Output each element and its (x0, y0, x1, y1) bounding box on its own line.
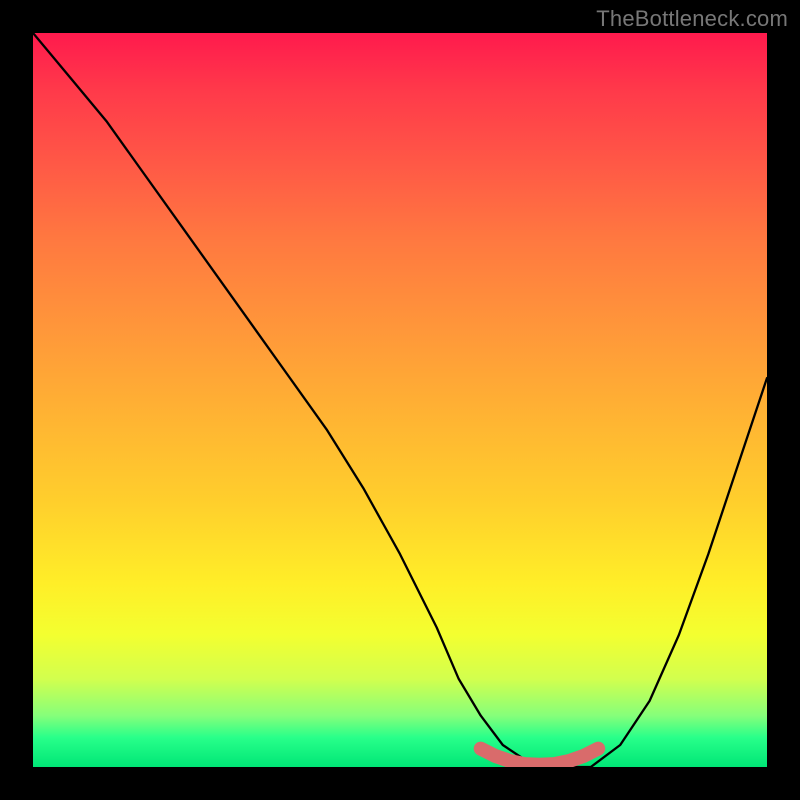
chart-svg (33, 33, 767, 767)
plot-area (33, 33, 767, 767)
chart-frame: TheBottleneck.com (0, 0, 800, 800)
watermark-text: TheBottleneck.com (596, 6, 788, 32)
series-curve (33, 33, 767, 767)
series-valley-marker (481, 749, 599, 765)
